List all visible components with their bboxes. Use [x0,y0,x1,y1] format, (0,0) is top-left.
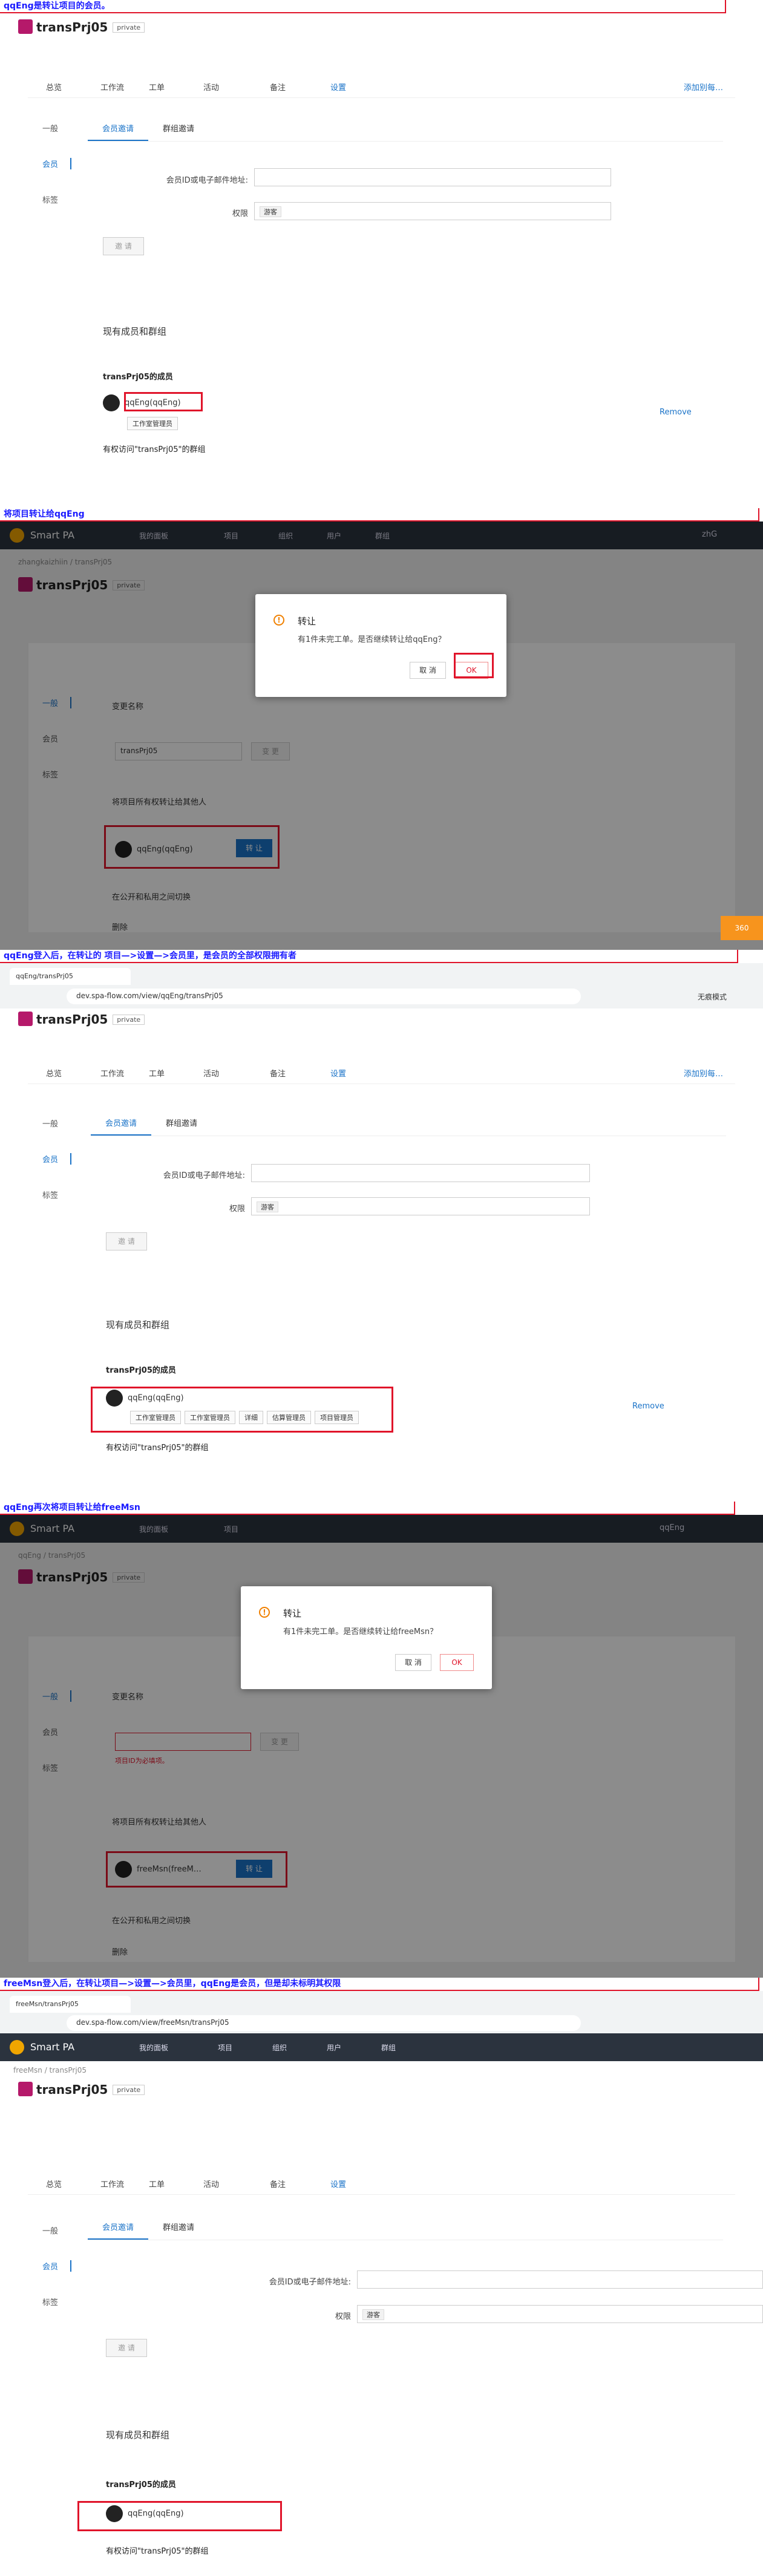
screenshot-5: freeMsn/transPrj05 dev.spa-flow.com/view… [0,1991,763,2576]
project-title: transPrj05 private [18,1012,145,1027]
dialog-title: 转让 [298,616,316,627]
dialog-message: 有1件未完工单。是否继续转让给qqEng？ [298,635,446,644]
invite-button[interactable]: 邀 请 [103,237,144,255]
caption-1: qqEng是转让项目的会员。 [0,0,726,13]
id-label: 会员ID或电子邮件地址: [166,176,248,185]
360-badge: 360 [721,916,763,940]
group-line: 有权访问"transPrj05"的群组 [103,445,206,454]
confirm-dialog: ! 转让 有1件未完工单。是否继续转让给qqEng？ 取 消 OK [255,594,506,697]
caption-2: 将项目转让给qqEng [0,508,759,521]
project-tabs: 总览 工作流 工单 活动 备注 设置 添加别每… [28,1060,735,1084]
screenshot-1: transPrj05 private 总览 工作流 工单 活动 备注 设置 添加别… [0,13,763,508]
cancel-button[interactable]: 取 消 [410,662,446,679]
avatar [103,394,120,411]
members-heading: 现有成员和群组 [103,326,167,337]
incognito-label: 无痕模式 [697,993,727,1001]
tab-memo[interactable]: 备注 [270,81,286,93]
composite-screenshot: qqEng是转让项目的会员。 transPrj05 private 总览 工作流 … [0,0,763,2576]
project-icon [18,19,33,34]
member-subtabs: 会员邀请 群组邀请 [88,116,723,142]
highlight-box [91,1387,393,1433]
project-title: transPrj05 private [18,19,145,34]
perm-label: 权限 [232,209,248,218]
modal-overlay [0,521,763,950]
perm-chip: 游客 [260,206,281,217]
highlight-box [454,653,494,678]
caption-5: freeMsn登入后，在转让项目—>设置—>会员里，qqEng是会员，但是却未标… [0,1978,759,1991]
tab-activity[interactable]: 活动 [203,81,219,93]
address-bar[interactable]: dev.spa-flow.com/view/qqEng/transPrj05 [67,989,581,1004]
members-section: transPrj05的成员 [103,373,173,382]
tab-tickets[interactable]: 工单 [149,81,165,93]
sidebar-item-members[interactable]: 会员 [42,158,72,169]
subtab-invite[interactable]: 会员邀请 [88,116,149,141]
highlight-box [124,392,203,411]
caption-3: qqEng登入后，在转让的 项目—>设置—>会员里，是会员的全部权限拥有者 [0,950,738,963]
id-input[interactable] [254,168,611,186]
screenshot-3: qqEng/transPrj05 dev.spa-flow.com/view/q… [0,963,763,1502]
warning-icon: ! [273,615,284,626]
project-tabs: 总览 工作流 工单 活动 备注 设置 添加别每… [28,74,735,98]
browser-chrome: qqEng/transPrj05 dev.spa-flow.com/view/q… [0,963,763,1008]
member-roles: 工作室管理员 [127,417,182,430]
tab-worktree[interactable]: 工作流 [100,81,124,93]
caption-4: qqEng再次将项目转让给freeMsn [0,1502,735,1515]
tab-settings[interactable]: 设置 [330,81,346,93]
tab-overview[interactable]: 总览 [46,81,62,93]
add-link[interactable]: 添加别每… [684,81,723,93]
perm-select[interactable]: 游客 [254,202,611,220]
subtab-group-invite[interactable]: 群组邀请 [148,116,209,140]
sidebar-item-general[interactable]: 一般 [42,122,71,134]
screenshot-4: Smart PA 我的面板 项目 qqEng qqEng / transPrj0… [0,1515,763,1978]
remove-link[interactable]: Remove [660,408,692,417]
browser-tab[interactable]: qqEng/transPrj05 [10,968,131,985]
screenshot-2: Smart PA 我的面板 项目 组织 用户 群组 zhG zhangkaizh… [0,521,763,950]
sidebar-item-tags[interactable]: 标签 [42,194,71,205]
private-tag: private [113,22,145,33]
